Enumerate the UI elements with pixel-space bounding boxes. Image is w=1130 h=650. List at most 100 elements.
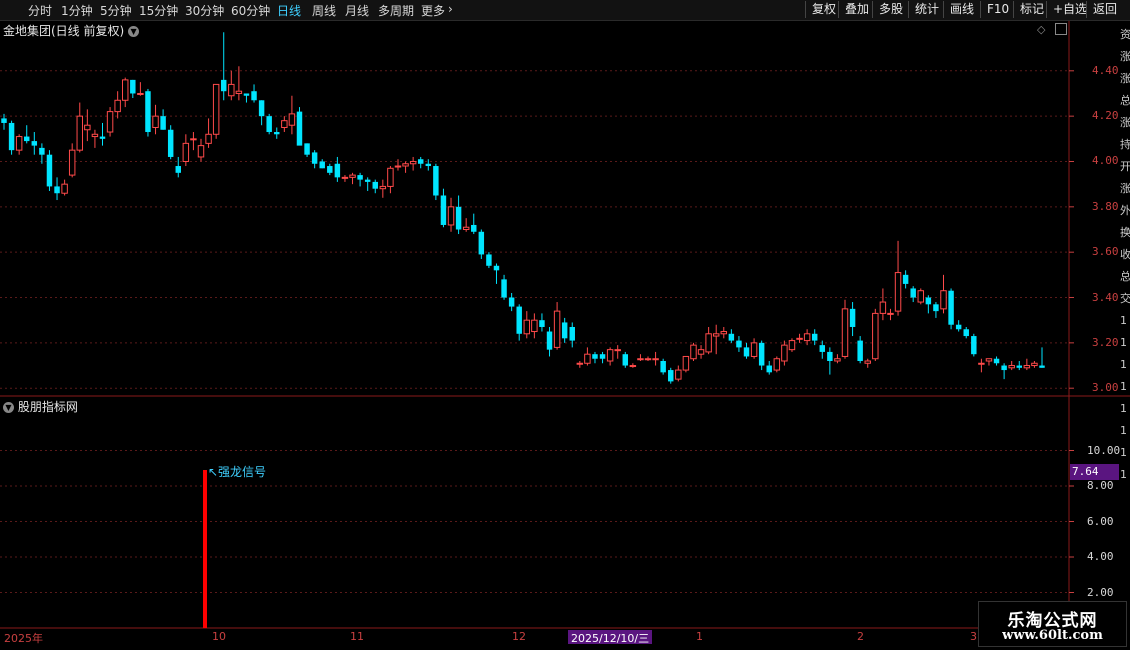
candle-body [971,336,977,355]
candle-body [190,138,197,141]
candle-body [925,297,932,305]
candle-body [137,92,144,95]
candle-body [145,91,151,133]
candle-body [584,353,591,364]
candle-body [379,185,387,190]
candle-body [205,133,212,144]
candle-body [1023,365,1031,369]
candle-body [15,136,23,151]
candle-body [349,174,356,178]
candle-body [508,297,515,307]
indicator-tick-label: 6.00 [1087,514,1114,528]
price-tick-label: 3.80 [1092,199,1119,213]
candle-body [99,136,106,139]
side-info-char: 1 [1120,446,1127,459]
indicator-tick-label: 10.00 [1087,443,1121,457]
candle-body [993,358,1000,364]
candle-body [311,152,318,164]
watermark-line2: www.60lt.com [1002,628,1103,643]
candle-body [697,349,705,355]
candle-body [614,349,621,352]
candle-body [576,362,584,365]
candle-body [644,358,652,361]
candle-body [788,340,796,351]
candle-body [425,163,432,167]
candle-body [660,360,666,373]
cursor-date: 2025/12/10/三 [568,630,653,645]
candle-body [91,133,99,138]
candle-body [592,354,598,359]
date-tick-label: 2 [857,630,864,643]
candle-body [629,365,637,368]
candle-body [750,342,758,357]
candle-body [440,195,447,225]
price-tick-label: 3.60 [1092,245,1119,259]
candle-body [894,272,902,312]
candle-body [258,100,265,117]
candle-body [281,120,288,128]
candle-body [728,333,735,341]
side-info-char: 总 [1120,270,1130,283]
candle-body [781,344,788,362]
candle-body [251,91,257,101]
candle-body [501,279,507,298]
candle-body [235,90,243,94]
candle-body [539,320,545,327]
candle-body [849,308,856,327]
candle-body [569,326,575,341]
candle-body [690,344,697,360]
side-info-char: 1 [1120,336,1127,349]
candle-body [394,165,402,168]
side-info-char: 资 [1120,28,1130,41]
side-info-column: 资涨涨总涨持开涨外换收总交11111111 [1120,24,1130,486]
candle-body [327,166,333,173]
candle-body [705,333,712,353]
indicator-tick-label: 4.00 [1087,550,1114,563]
candle-body [220,79,227,92]
candle-body [409,160,417,165]
candle-body [1008,365,1015,369]
candle-body [1016,365,1022,368]
side-info-char: 1 [1120,402,1127,415]
candle-body [773,358,781,371]
side-info-char: 1 [1120,358,1127,371]
side-info-char: 涨 [1120,50,1130,63]
side-info-char: 持 [1120,138,1130,151]
candle-body [319,161,325,169]
candle-body [546,331,553,350]
candle-body [152,115,159,128]
candle-body [334,163,341,178]
side-info-char: 总 [1120,94,1130,107]
side-info-char: 1 [1120,314,1127,327]
candle-body [372,181,378,189]
candle-body [720,331,728,335]
candle-body [917,290,925,303]
candle-body [341,176,349,179]
candle-body [879,301,887,314]
candle-body [304,143,310,155]
candle-body [167,129,174,157]
candle-body [622,354,629,366]
candle-body [652,358,659,361]
candle-body [682,355,690,371]
candle-body [553,310,561,348]
candle-body [288,113,296,126]
candle-body [274,132,280,135]
candle-body [910,288,916,298]
side-info-char: 换 [1120,226,1130,239]
candle-body [1001,365,1007,371]
side-info-char: 1 [1120,380,1127,393]
price-tick-label: 4.20 [1092,109,1119,123]
candle-body [811,333,818,341]
candle-body [985,358,993,362]
price-tick-label: 3.20 [1092,335,1119,349]
candle-body [736,340,742,348]
candle-body [493,265,500,271]
candle-body [963,329,969,337]
indicator-tick-label: 8.00 [1087,479,1114,492]
date-tick-label: 3 [970,630,977,643]
candle-body [130,79,136,94]
indicator-tick-label: 2.00 [1087,585,1114,599]
candle-body [357,175,363,180]
kline-chart[interactable] [0,0,1130,650]
